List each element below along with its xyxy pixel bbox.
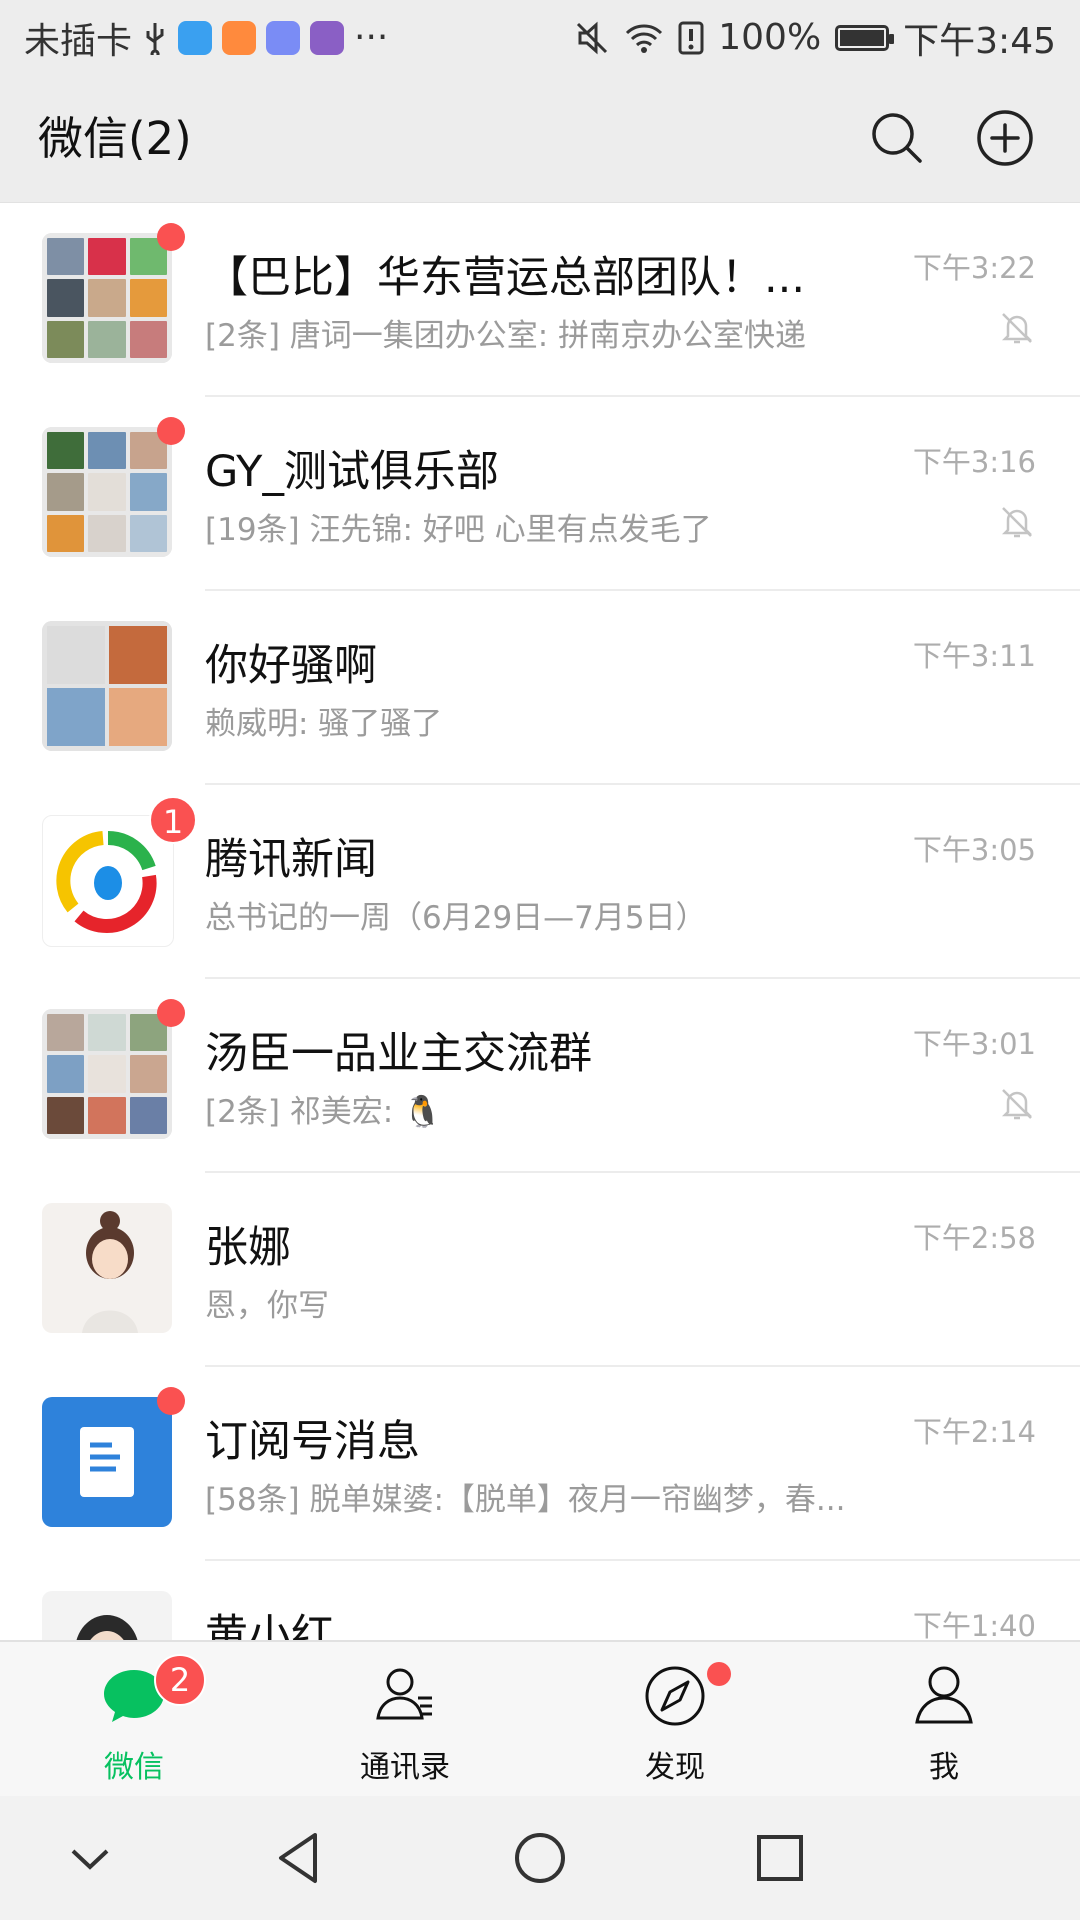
chat-preview: 恩，你写 bbox=[205, 1288, 329, 1324]
chat-time: 下午3:11 bbox=[912, 639, 1036, 673]
unread-dot bbox=[157, 1387, 185, 1415]
back-triangle-icon[interactable] bbox=[265, 1823, 335, 1893]
chat-preview: [58条] 脱单媒婆:【脱单】夜月一帘幽梦，春... bbox=[205, 1482, 846, 1518]
chat-time: 下午1:40 bbox=[912, 1609, 1036, 1640]
app-notify-icon-2 bbox=[222, 20, 257, 55]
chat-preview: [2条] 祁美宏: 🐧 bbox=[205, 1094, 442, 1130]
group-avatar bbox=[42, 223, 185, 363]
chat-name: 腾讯新闻 bbox=[205, 835, 377, 885]
chat-row[interactable]: 【巴比】华东营运总部团队！... [2条] 唐词一集团办公室: 拼南京办公室快递… bbox=[0, 203, 1080, 397]
tab-unread-badge: 2 bbox=[154, 1654, 206, 1706]
contacts-icon bbox=[376, 1668, 432, 1720]
mute-bell-icon bbox=[1001, 507, 1033, 538]
system-nav-bar bbox=[0, 1796, 1080, 1920]
chat-row[interactable]: 张娜 恩，你写 下午2:58 bbox=[0, 1173, 1080, 1367]
search-icon bbox=[872, 113, 922, 163]
chat-row[interactable]: GY_测试俱乐部 [19条] 汪先锦: 好吧 心里有点发毛了 下午3:16 bbox=[0, 397, 1080, 591]
page-title: 微信(2) bbox=[38, 112, 192, 165]
chat-name: 订阅号消息 bbox=[205, 1417, 420, 1467]
add-button[interactable] bbox=[974, 107, 1036, 169]
app-header: 微信(2) bbox=[0, 75, 1080, 203]
tab-contacts[interactable]: 通讯录 bbox=[295, 1642, 515, 1798]
group-avatar bbox=[42, 621, 172, 751]
search-button[interactable] bbox=[866, 107, 928, 169]
girl-illustration-icon bbox=[82, 1211, 138, 1333]
tab-unread-dot bbox=[707, 1662, 731, 1686]
tab-discover[interactable]: 发现 bbox=[565, 1642, 785, 1798]
clock: 下午3:45 bbox=[903, 20, 1056, 62]
mute-bell-icon bbox=[1001, 313, 1033, 344]
document-icon bbox=[80, 1427, 134, 1497]
tab-me[interactable]: 我 bbox=[834, 1642, 1054, 1798]
unread-dot bbox=[157, 999, 185, 1027]
chat-time: 下午3:22 bbox=[912, 251, 1036, 285]
more-notifications: ··· bbox=[354, 17, 389, 58]
chevron-down-icon[interactable] bbox=[55, 1823, 125, 1893]
music-icon bbox=[266, 20, 301, 55]
app-notify-icon-4 bbox=[310, 20, 345, 55]
sim-alert-icon bbox=[678, 21, 704, 54]
tab-label: 发现 bbox=[645, 1750, 705, 1785]
chat-name: 你好骚啊 bbox=[205, 641, 377, 691]
battery-percent: 100% bbox=[718, 17, 822, 58]
recents-square-icon[interactable] bbox=[745, 1823, 815, 1893]
unread-dot bbox=[157, 417, 185, 445]
plus-circle-icon bbox=[977, 110, 1033, 166]
person-icon bbox=[915, 1666, 973, 1724]
status-bar: 未插卡 ··· 100% 下午3:45 bbox=[0, 0, 1080, 75]
chat-row[interactable]: 1 腾讯新闻 总书记的一周（6月29日—7月5日） 下午3:05 bbox=[0, 785, 1080, 979]
chat-time: 下午2:58 bbox=[912, 1221, 1036, 1255]
tab-chats[interactable]: 2 微信 bbox=[24, 1642, 244, 1798]
app-notify-icon-1 bbox=[178, 20, 213, 55]
chat-time: 下午2:14 bbox=[912, 1415, 1036, 1449]
unread-count-badge: 1 bbox=[149, 796, 197, 844]
chat-preview: 赖威明: 骚了骚了 bbox=[205, 706, 443, 742]
battery-icon bbox=[835, 24, 895, 51]
chat-time: 下午3:05 bbox=[912, 833, 1036, 867]
bottom-tab-bar: 2 微信 通讯录 发现 我 bbox=[0, 1640, 1080, 1796]
chat-name: GY_测试俱乐部 bbox=[205, 447, 499, 497]
usb-icon bbox=[146, 22, 164, 55]
chat-preview: [19条] 汪先锦: 好吧 心里有点发毛了 bbox=[205, 512, 712, 548]
tab-label: 我 bbox=[929, 1750, 959, 1785]
contact-avatar bbox=[42, 1591, 172, 1640]
chat-row[interactable]: 黄小红 下午1:40 bbox=[0, 1561, 1080, 1640]
unread-dot bbox=[157, 223, 185, 251]
chat-name: 汤臣一品业主交流群 bbox=[205, 1029, 592, 1079]
chat-time: 下午3:16 bbox=[912, 445, 1036, 479]
person-illustration-icon bbox=[76, 1615, 138, 1640]
chat-preview: 总书记的一周（6月29日—7月5日） bbox=[205, 900, 707, 936]
compass-icon bbox=[645, 1666, 705, 1726]
chat-row[interactable]: 你好骚啊 赖威明: 骚了骚了 下午3:11 bbox=[0, 591, 1080, 785]
carrier-text: 未插卡 bbox=[24, 20, 133, 62]
tab-label: 通讯录 bbox=[360, 1750, 450, 1785]
tab-label: 微信 bbox=[104, 1750, 164, 1785]
wifi-icon bbox=[626, 23, 663, 53]
chat-time: 下午3:01 bbox=[912, 1027, 1036, 1061]
chat-name: 黄小红 bbox=[205, 1611, 334, 1640]
contact-avatar bbox=[42, 1203, 172, 1333]
chat-preview: [2条] 唐词一集团办公室: 拼南京办公室快递 bbox=[205, 318, 807, 354]
chat-name: 【巴比】华东营运总部团队！... bbox=[205, 253, 806, 303]
chat-list[interactable]: 【巴比】华东营运总部团队！... [2条] 唐词一集团办公室: 拼南京办公室快递… bbox=[0, 203, 1080, 1640]
home-circle-icon[interactable] bbox=[505, 1823, 575, 1893]
mute-status-icon bbox=[577, 21, 608, 54]
chat-name: 张娜 bbox=[205, 1223, 291, 1273]
group-avatar bbox=[42, 999, 185, 1139]
chat-row[interactable]: 订阅号消息 [58条] 脱单媒婆:【脱单】夜月一帘幽梦，春... 下午2:14 bbox=[0, 1367, 1080, 1561]
tencent-news-logo-icon bbox=[56, 831, 157, 933]
chat-row[interactable]: 汤臣一品业主交流群 [2条] 祁美宏: 🐧 下午3:01 bbox=[0, 979, 1080, 1173]
mute-bell-icon bbox=[1001, 1089, 1033, 1120]
tencent-news-avatar: 1 bbox=[42, 796, 197, 947]
subscription-avatar bbox=[42, 1387, 185, 1527]
group-avatar bbox=[42, 417, 185, 557]
